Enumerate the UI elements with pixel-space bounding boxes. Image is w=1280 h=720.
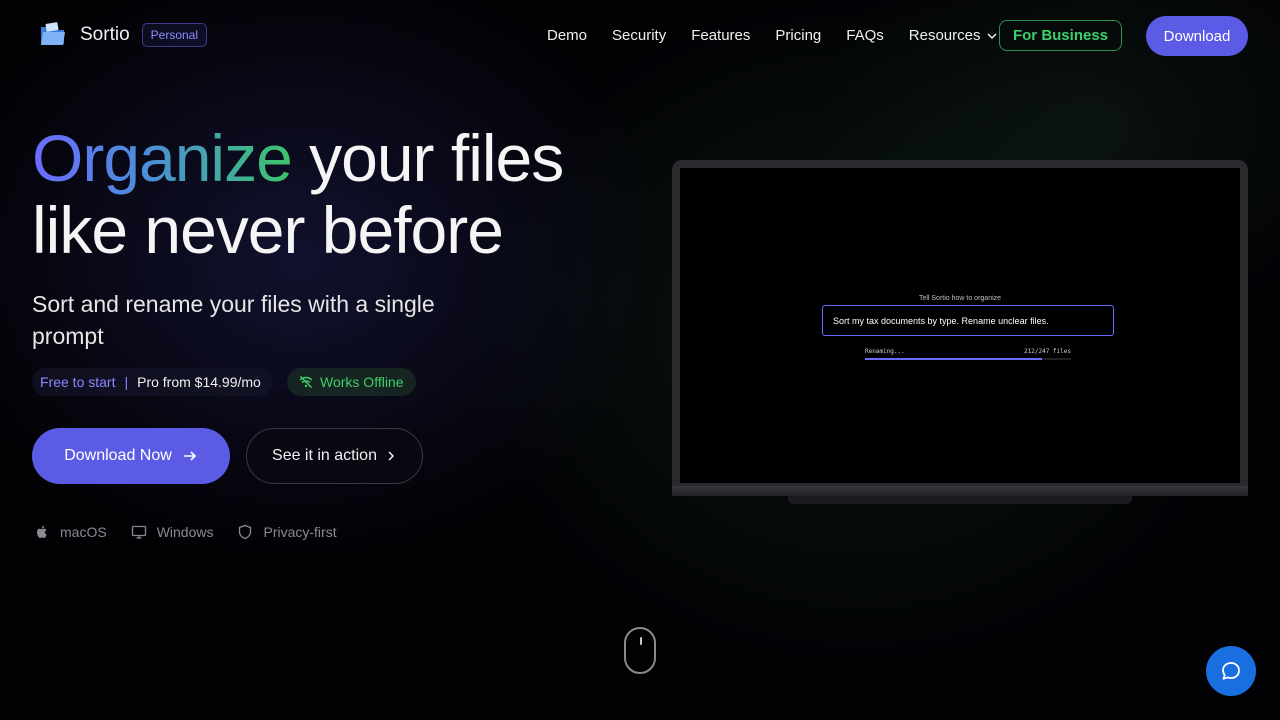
laptop-screen: Tell Sortio how to organize Sort my tax … [680, 168, 1240, 483]
chat-bubble-icon [1222, 662, 1240, 680]
pro-price-label: Pro from $14.99/mo [137, 374, 261, 390]
laptop-base [672, 486, 1248, 496]
demo-progress-bar [865, 358, 1071, 360]
download-now-label: Download Now [64, 447, 172, 464]
top-nav: Sortio Personal Demo Security Features P… [0, 0, 1280, 72]
see-it-in-action-label: See it in action [272, 447, 377, 464]
pricing-pill: Free to start | Pro from $14.99/mo [32, 368, 273, 396]
platform-privacy-label: Privacy-first [263, 524, 337, 540]
demo-prompt-label: Tell Sortio how to organize [918, 295, 1002, 302]
works-offline-label: Works Offline [320, 374, 404, 390]
pricing-separator: | [124, 374, 129, 390]
nav-link-pricing[interactable]: Pricing [775, 27, 821, 44]
headline-line2: like never before [32, 193, 504, 267]
nav-links: Demo Security Features Pricing FAQs Reso… [547, 27, 1023, 44]
nav-link-demo[interactable]: Demo [547, 27, 587, 44]
nav-download-button[interactable]: Download [1146, 16, 1248, 56]
landing-page: Sortio Personal Demo Security Features P… [0, 0, 1280, 720]
chevron-right-icon [388, 451, 395, 461]
nav-link-resources-label: Resources [908, 27, 981, 44]
platform-windows: Windows [131, 524, 214, 540]
platform-macos: macOS [34, 524, 107, 540]
platform-windows-label: Windows [156, 524, 214, 540]
laptop-demo: Tell Sortio how to organize Sort my tax … [672, 160, 1248, 506]
demo-prompt-text: Sort my tax documents by type. Rename un… [833, 315, 1049, 326]
works-offline-badge: Works Offline [287, 368, 416, 396]
arrow-right-icon [183, 451, 196, 461]
demo-status-text: Renaming... [865, 348, 905, 355]
brand-name: Sortio [80, 24, 130, 45]
monitor-icon [131, 525, 146, 539]
hero-subheadline: Sort and rename your files with a single… [32, 291, 435, 349]
brand[interactable]: Sortio Personal [38, 20, 208, 50]
plan-badge: Personal [141, 23, 208, 47]
laptop-lid: Tell Sortio how to organize Sort my tax … [672, 160, 1248, 496]
mouse-icon[interactable] [624, 627, 656, 674]
for-business-button[interactable]: For Business [999, 20, 1122, 51]
platform-list: macOS Windows Privacy-first [34, 524, 361, 540]
nav-link-resources[interactable]: Resources [909, 27, 999, 44]
nav-link-security[interactable]: Security [612, 27, 666, 44]
platform-macos-label: macOS [60, 524, 107, 540]
headline-rest: your files [291, 121, 564, 195]
demo-progress-fill [865, 358, 1043, 360]
chat-button[interactable] [1206, 646, 1256, 696]
platform-privacy: Privacy-first [237, 524, 337, 540]
headline-highlight: Organize [32, 121, 293, 195]
nav-link-features[interactable]: Features [691, 27, 750, 44]
see-it-in-action-button[interactable]: See it in action [246, 428, 423, 484]
demo-prompt-input: Sort my tax documents by type. Rename un… [822, 305, 1114, 336]
laptop-foot [788, 496, 1132, 504]
nav-link-faqs[interactable]: FAQs [846, 27, 884, 44]
demo-count-text: 212/247 files [1024, 348, 1071, 355]
wifi-off-icon [299, 376, 313, 388]
shield-icon [239, 524, 252, 540]
folder-logo-icon [38, 20, 68, 50]
free-label: Free to start [40, 374, 116, 390]
chevron-down-icon [987, 32, 998, 39]
download-now-button[interactable]: Download Now [32, 428, 230, 484]
mouse-wheel [640, 637, 642, 645]
hero-headline: Organize your files like never before [32, 121, 564, 267]
apple-icon [37, 525, 47, 538]
demo-progress-row: Renaming... 212/247 files [865, 348, 1071, 355]
